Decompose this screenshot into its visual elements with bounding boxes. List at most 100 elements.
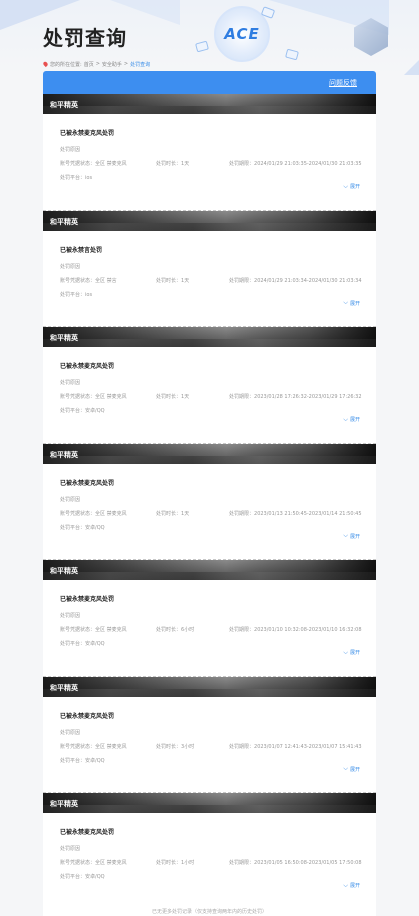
penalty-type: 处罚原因 xyxy=(60,613,81,619)
expand-label: 展开 xyxy=(349,883,360,889)
penalty-record-list: 和平精英 已被永禁麦克风处罚 处罚原因 账号凭据状态：全区 禁麦克风 处罚时长：1天 处罚… xyxy=(43,94,376,910)
penalty-record-card: 和平精英 已被永禁麦克风处罚 处罚原因 账号凭据状态：全区 禁麦克风 处罚时长：1天 处罚… xyxy=(43,327,376,444)
breadcrumb-item-home[interactable]: 首页 xyxy=(84,61,94,68)
account-status-label: 账号凭据状态： xyxy=(60,627,96,633)
penalty-duration: 处罚时长：1天 xyxy=(156,160,189,167)
penalty-platform: 处罚平台：安卓/QQ xyxy=(60,873,105,880)
penalty-title: 已被永禁言处罚 xyxy=(60,246,103,254)
duration-label: 处罚时长： xyxy=(156,277,182,284)
platform-value: ios xyxy=(85,291,93,298)
location-pin-icon xyxy=(42,60,49,68)
account-status: 账号凭据状态：全区 禁麦克风 xyxy=(60,859,127,866)
platform-value: 安卓/QQ xyxy=(85,874,105,880)
expand-button[interactable]: ⌵ 展开 xyxy=(343,533,360,540)
platform-value: 安卓/QQ xyxy=(85,641,105,647)
account-status-value: 全区 禁麦克风 xyxy=(95,743,127,750)
game-banner xyxy=(43,676,376,697)
penalty-duration: 处罚时长：1小时 xyxy=(156,859,194,866)
period-label: 处罚期限： xyxy=(229,627,255,633)
penalty-period: 处罚期限：2024/01/29 21:03:34-2024/01/30 21:0… xyxy=(229,277,362,284)
account-status-value: 全区 禁麦克风 xyxy=(95,161,127,167)
account-status: 账号凭据状态：全区 禁麦克风 xyxy=(60,626,127,633)
chevron-down-icon: ⌵ xyxy=(343,182,348,190)
penalty-period: 处罚期限：2023/01/28 17:26:32-2023/01/29 17:2… xyxy=(229,393,362,400)
penalty-platform: 处罚平台：安卓/QQ xyxy=(60,757,105,764)
expand-button[interactable]: ⌵ 展开 xyxy=(343,882,360,889)
duration-value: 1小时 xyxy=(181,860,195,866)
period-value: 2023/01/10 10:32:08-2023/01/10 16:32:08 xyxy=(254,627,362,633)
penalty-period: 处罚期限：2023/01/05 16:50:08-2023/01/05 17:5… xyxy=(229,859,362,866)
period-label: 处罚期限： xyxy=(229,743,255,750)
platform-label: 处罚平台： xyxy=(60,408,86,414)
breadcrumb-item-current: 处罚查询 xyxy=(130,61,151,68)
platform-value: 安卓/QQ xyxy=(85,408,105,414)
expand-button[interactable]: ⌵ 展开 xyxy=(343,766,360,773)
footer-note: 已无更多处罚记录（仅支持查询两年内的历史处罚） xyxy=(151,909,267,915)
penalty-type: 处罚原因 xyxy=(60,846,81,852)
period-label: 处罚期限： xyxy=(229,277,255,284)
penalty-period: 处罚期限：2023/01/10 10:32:08-2023/01/10 16:3… xyxy=(229,626,362,633)
game-name: 和平精英 xyxy=(50,683,78,692)
game-name: 和平精英 xyxy=(50,567,78,575)
account-status: 账号凭据状态：全区 禁麦克风 xyxy=(60,393,127,400)
game-banner xyxy=(43,94,376,114)
penalty-platform: 处罚平台：安卓/QQ xyxy=(60,524,105,531)
breadcrumb-item-assistant[interactable]: 安全助手 xyxy=(102,61,122,68)
ace-logo-text: ACE xyxy=(224,25,260,43)
account-status-value: 全区 禁麦克风 xyxy=(95,394,127,400)
duration-label: 处罚时长： xyxy=(156,860,182,866)
records-header-bar: 问题反馈 xyxy=(43,71,376,94)
expand-button[interactable]: ⌵ 展开 xyxy=(343,649,360,656)
penalty-title: 已被永禁麦克风处罚 xyxy=(60,130,115,137)
account-status-label: 账号凭据状态： xyxy=(60,161,96,167)
account-status: 账号凭据状态：全区 禁麦克风 xyxy=(60,510,127,517)
breadcrumb-separator: > xyxy=(123,61,129,67)
period-value: 2024/01/29 21:03:34-2024/01/30 21:03:34 xyxy=(254,277,362,284)
penalty-title: 已被永禁麦克风处罚 xyxy=(60,712,115,720)
breadcrumb: 您的所在位置: 首页 > 安全助手 > 处罚查询 xyxy=(42,59,151,69)
expand-button[interactable]: ⌵ 展开 xyxy=(343,416,360,423)
expand-label: 展开 xyxy=(349,417,360,423)
expand-label: 展开 xyxy=(349,650,360,656)
expand-label: 展开 xyxy=(349,766,360,773)
feedback-link[interactable]: 问题反馈 xyxy=(329,78,357,88)
period-value: 2023/01/05 16:50:08-2023/01/05 17:50:08 xyxy=(254,860,362,866)
duration-value: 1天 xyxy=(181,277,190,284)
penalty-record-card: 和平精英 已被永禁麦克风处罚 处罚原因 账号凭据状态：全区 禁麦克风 处罚时长：6小时处… xyxy=(43,560,376,677)
penalty-duration: 处罚时长：3小时 xyxy=(156,743,194,750)
penalty-period: 处罚期限：2023/01/07 12:41:43-2023/01/07 15:4… xyxy=(229,743,362,750)
account-status-label: 账号凭据状态： xyxy=(60,277,96,284)
penalty-title: 已被永禁麦克风处罚 xyxy=(60,363,115,370)
penalty-record-card: 和平精英 已被永禁麦克风处罚 处罚原因 账号凭据状态：全区 禁麦克风 处罚时长：1天 处罚… xyxy=(43,443,376,560)
breadcrumb-prefix: 您的所在位置: xyxy=(50,61,82,68)
page-title: 处罚查询 xyxy=(43,26,127,50)
penalty-duration: 处罚时长：1天 xyxy=(156,277,189,284)
penalty-platform: 处罚平台：安卓/QQ xyxy=(60,407,105,414)
chevron-down-icon: ⌵ xyxy=(343,881,348,889)
expand-button[interactable]: ⌵ 展开 xyxy=(343,183,360,190)
game-banner xyxy=(43,327,376,347)
penalty-title: 已被永禁麦克风处罚 xyxy=(60,479,115,487)
duration-label: 处罚时长： xyxy=(156,510,182,517)
penalty-record-card: 和平精英 已被永禁麦克风处罚 处罚原因 账号凭据状态：全区 禁麦克风 处罚时长：1小时处… xyxy=(43,793,376,910)
platform-label: 处罚平台： xyxy=(60,524,86,531)
game-banner xyxy=(43,210,376,231)
expand-button[interactable]: ⌵ 展开 xyxy=(343,300,360,307)
penalty-record-card: 和平精英 已被永禁言处罚 处罚原因 账号凭据状态：全区 禁言 处罚时长：1天 处罚期限：2… xyxy=(43,210,376,327)
account-status-label: 账号凭据状态： xyxy=(60,394,96,400)
expand-label: 展开 xyxy=(349,300,360,307)
game-banner xyxy=(43,443,376,464)
game-name: 和平精英 xyxy=(50,450,78,459)
platform-label: 处罚平台： xyxy=(60,175,86,181)
chevron-down-icon: ⌵ xyxy=(343,648,348,656)
platform-value: 安卓/QQ xyxy=(85,524,105,531)
account-status-label: 账号凭据状态： xyxy=(60,510,96,517)
decor-shape xyxy=(401,60,419,75)
duration-value: 3小时 xyxy=(181,743,195,750)
period-value: 2023/01/07 12:41:43-2023/01/07 15:41:43 xyxy=(254,743,362,750)
platform-label: 处罚平台： xyxy=(60,641,86,647)
account-status-label: 账号凭据状态： xyxy=(60,860,96,866)
platform-label: 处罚平台： xyxy=(60,291,86,298)
game-banner xyxy=(43,793,376,813)
duration-value: 6小时 xyxy=(181,627,195,633)
